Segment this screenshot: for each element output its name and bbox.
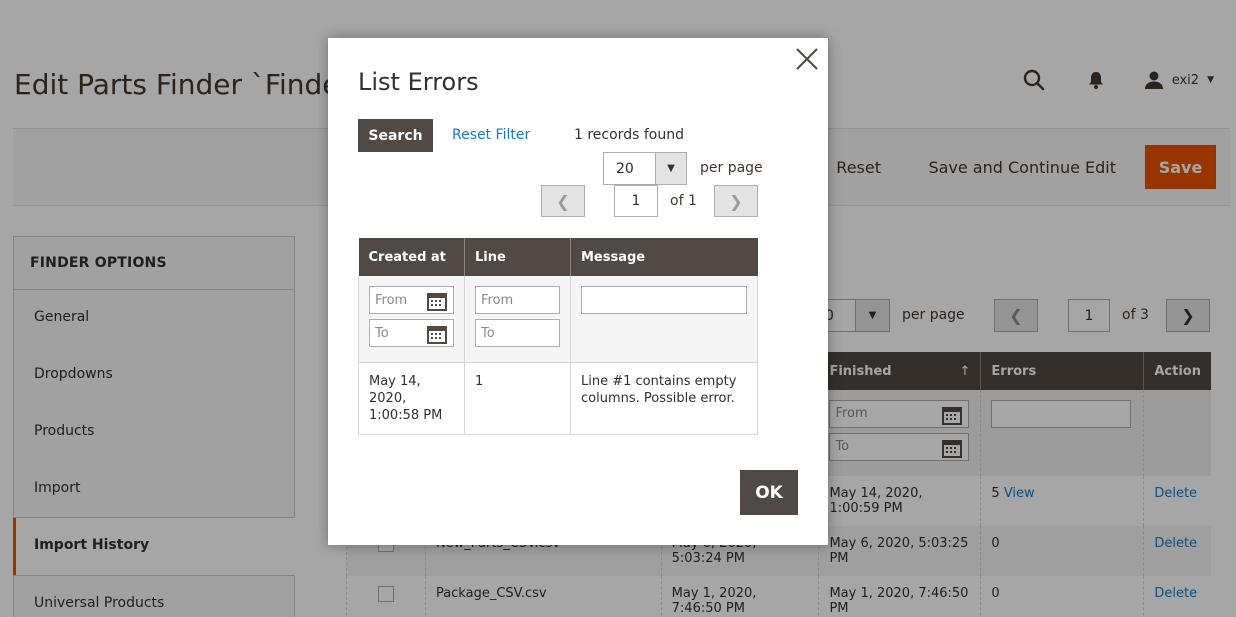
message-cell: Line #1 contains empty columns. Possible… bbox=[570, 362, 758, 435]
calendar-icon bbox=[427, 326, 447, 344]
per-page-select[interactable]: 20 ▼ bbox=[603, 152, 687, 185]
table-row: May 14, 2020, 1:00:58 PM 1 Line #1 conta… bbox=[358, 362, 758, 435]
reset-filter-link[interactable]: Reset Filter bbox=[452, 127, 530, 143]
search-button[interactable]: Search bbox=[358, 119, 433, 152]
per-page-label: per page bbox=[700, 160, 763, 176]
created-from-input[interactable]: From bbox=[369, 286, 454, 314]
modal-title: List Errors bbox=[358, 68, 479, 96]
next-page-button[interactable]: ❯ bbox=[714, 185, 758, 217]
page-number-input[interactable]: 1 bbox=[614, 185, 658, 217]
message-filter-input[interactable] bbox=[581, 286, 747, 314]
column-header-line[interactable]: Line bbox=[464, 238, 571, 276]
created-to-input[interactable]: To bbox=[369, 319, 454, 347]
chevron-right-icon: ❯ bbox=[729, 191, 743, 211]
errors-table: Created at Line Message From To From To bbox=[358, 238, 758, 435]
chevron-left-icon: ❮ bbox=[556, 191, 570, 211]
created-at-cell: May 14, 2020, 1:00:58 PM bbox=[358, 362, 465, 435]
line-cell: 1 bbox=[464, 362, 571, 435]
per-page-value: 20 bbox=[616, 161, 634, 177]
calendar-icon bbox=[427, 293, 447, 311]
records-found: 1 records found bbox=[574, 127, 684, 143]
line-to-input[interactable]: To bbox=[475, 319, 560, 347]
filter-cell bbox=[570, 276, 758, 363]
filter-cell: From To bbox=[358, 276, 465, 363]
line-from-input[interactable]: From bbox=[475, 286, 560, 314]
close-icon[interactable] bbox=[794, 46, 820, 72]
column-header-created-at[interactable]: Created at bbox=[358, 238, 465, 276]
list-errors-modal: List Errors Search Reset Filter 1 record… bbox=[328, 38, 828, 545]
page-total: of 1 bbox=[670, 193, 697, 209]
column-header-message[interactable]: Message bbox=[570, 238, 758, 276]
ok-button[interactable]: OK bbox=[740, 470, 798, 515]
filter-cell: From To bbox=[464, 276, 571, 363]
previous-page-button[interactable]: ❮ bbox=[541, 185, 585, 217]
chevron-down-icon: ▼ bbox=[655, 153, 686, 184]
